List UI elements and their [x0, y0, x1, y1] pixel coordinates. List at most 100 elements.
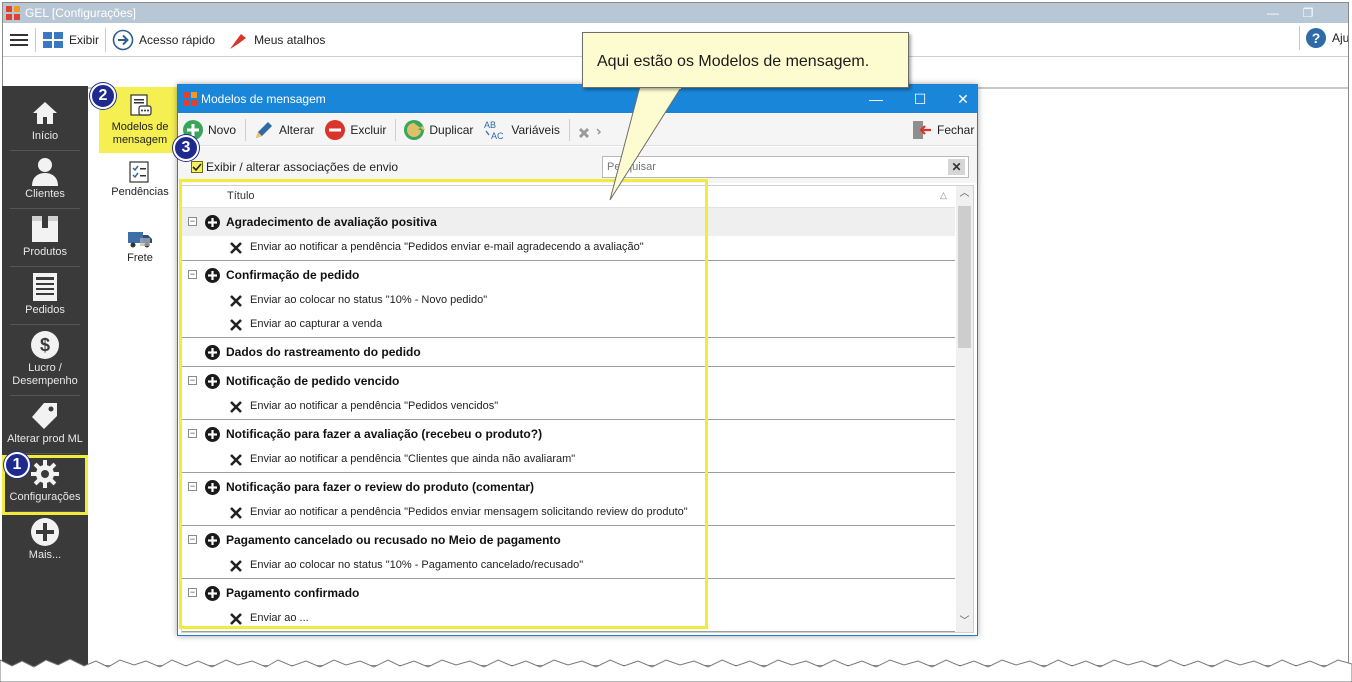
menu-separator [1299, 26, 1300, 50]
callout-pointer [609, 86, 683, 201]
assoc-checkbox[interactable] [191, 161, 203, 173]
sidebar-item-label: Mais... [28, 549, 62, 561]
sidebar-item-label: Clientes [25, 188, 65, 200]
step-badge-1: 1 [4, 452, 30, 478]
sidebar-item-inicio[interactable]: Início [2, 98, 88, 143]
dialog-minimize-icon[interactable]: — [854, 85, 898, 113]
step-badge-3: 3 [173, 135, 199, 161]
person-icon [32, 158, 58, 186]
message-template-icon [130, 94, 152, 116]
duplicar-label: Duplicar [429, 122, 474, 137]
delete-icon [325, 119, 346, 140]
sidebar-divider [10, 266, 80, 267]
scroll-up-icon[interactable]: ︿ [956, 186, 973, 202]
novo-label: Novo [208, 122, 237, 137]
dialog-title: Modelos de mensagem [201, 92, 326, 106]
meus-atalhos-menu[interactable]: Meus atalhos [221, 26, 331, 54]
pendencias-label: Pendências [111, 186, 169, 198]
frete-label: Frete [127, 252, 153, 264]
grid-view-icon [43, 32, 63, 48]
alterar-button[interactable]: Alterar [249, 117, 318, 143]
acesso-rapido-menu[interactable]: Acesso rápido [106, 26, 221, 54]
sidebar-item-label: Alterar prod ML [7, 433, 83, 445]
sidebar-divider [10, 208, 80, 209]
dialog-toolbar: Novo Alterar Excluir Duplicar AB AC Variá… [178, 114, 977, 146]
fechar-label: Fechar [937, 122, 975, 137]
assoc-label: Exibir / alterar associações de envio [206, 160, 399, 174]
dialog-maximize-icon[interactable]: ☐ [898, 85, 942, 113]
minimize-icon[interactable]: — [1258, 3, 1288, 23]
sidebar: Início Clientes Produtos Pedidos $ Lucro… [2, 86, 88, 666]
sidebar-item-produtos[interactable]: Produtos [2, 214, 88, 259]
exibir-label: Exibir [69, 33, 100, 47]
check-icon [192, 163, 202, 172]
help-label: Aju [1332, 31, 1349, 45]
toolbar-separator [568, 118, 570, 141]
meus-atalhos-label: Meus atalhos [254, 33, 326, 47]
pin-icon [230, 34, 247, 49]
sidebar-divider [10, 150, 80, 151]
help-menu[interactable]: ? Aju [1299, 26, 1349, 50]
sidebar-item-pedidos[interactable]: Pedidos [2, 272, 88, 317]
help-icon: ? [1306, 28, 1326, 48]
toolbar-separator [395, 118, 397, 141]
svg-text:$: $ [40, 335, 50, 355]
window-title: GEL [Configurações] [25, 6, 136, 20]
excluir-button[interactable]: Excluir [320, 117, 390, 143]
callout-text: Aqui estão os Modelos de mensagem. [597, 53, 870, 70]
sidebar-item-clientes[interactable]: Clientes [2, 156, 88, 201]
dialog-title-bar: Modelos de mensagem — ☐ ✕ [178, 85, 977, 113]
scroll-thumb[interactable] [958, 206, 971, 348]
app-logo-icon [6, 6, 20, 20]
exibir-menu[interactable]: Exibir [36, 26, 105, 54]
scroll-down-icon[interactable]: ﹀ [956, 614, 973, 630]
sidebar-item-label: Pedidos [25, 304, 65, 316]
svg-text:?: ? [1312, 30, 1321, 46]
torn-edge [0, 658, 1352, 682]
sidebar-item-alterar-prod-ml[interactable]: Alterar prod ML [2, 401, 88, 446]
pendencias-item[interactable]: Pendências [99, 160, 181, 199]
alterar-label: Alterar [279, 122, 315, 137]
vertical-scrollbar[interactable]: ︿ ﹀ [956, 186, 973, 632]
svg-text:AB: AB [484, 120, 496, 130]
checklist-icon [129, 161, 149, 183]
app-logo-icon [183, 92, 197, 106]
toolbar-separator [245, 118, 247, 141]
dialog-close-icon[interactable]: ✕ [941, 85, 985, 113]
excluir-label: Excluir [350, 122, 387, 137]
step-badge-2: 2 [90, 83, 116, 109]
list-highlight [179, 179, 708, 629]
variaveis-label: Variáveis [511, 122, 560, 137]
home-icon [33, 102, 57, 124]
duplicate-icon [404, 119, 426, 140]
sidebar-item-mais[interactable]: Mais... [2, 517, 88, 562]
duplicar-button[interactable]: Duplicar [399, 117, 477, 143]
variaveis-button[interactable]: AB AC Variáveis [479, 117, 563, 143]
sidebar-item-label: Lucro / Desempenho [12, 362, 78, 387]
arrow-circle-icon [112, 29, 134, 51]
fechar-button[interactable]: Fechar [907, 117, 978, 143]
sort-icon: △ [940, 190, 947, 200]
frete-item[interactable]: Frete [99, 226, 181, 265]
variables-icon: ABAC [484, 120, 504, 141]
hamburger-menu-button[interactable] [3, 26, 35, 54]
hamburger-icon [10, 34, 28, 46]
sidebar-divider [10, 324, 80, 325]
sidebar-item-label: Produtos [22, 246, 68, 258]
sidebar-divider [10, 395, 80, 396]
title-bar: GEL [Configurações] — ❐ [3, 3, 1348, 23]
tag-icon [32, 403, 57, 429]
callout: Aqui estão os Modelos de mensagem. [582, 32, 909, 88]
plus-icon [31, 518, 59, 546]
options-row: Exibir / alterar associações de envio ✕ [178, 147, 977, 183]
sidebar-item-label: Início [31, 130, 59, 142]
pencil-icon [256, 121, 273, 138]
modelos-label: Modelos de mensagem [111, 121, 169, 146]
exit-door-icon [913, 120, 931, 139]
svg-text:AC: AC [491, 131, 504, 141]
clear-search-icon[interactable]: ✕ [948, 159, 965, 175]
sidebar-item-lucro[interactable]: $ Lucro / Desempenho [2, 330, 88, 388]
restore-icon[interactable]: ❐ [1293, 3, 1323, 23]
acesso-rapido-label: Acesso rápido [139, 33, 216, 47]
document-icon [33, 273, 57, 301]
